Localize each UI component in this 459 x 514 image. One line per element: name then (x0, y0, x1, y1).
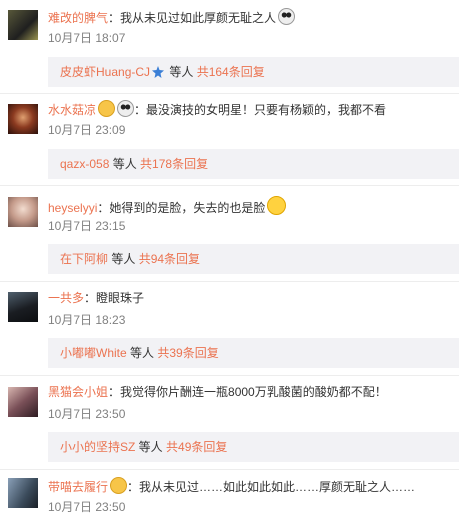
reply-username[interactable]: 小小的坚持SZ (60, 440, 135, 454)
heart-eyes-icon (98, 100, 116, 117)
panda-icon (117, 100, 135, 117)
reply-count-link[interactable]: 共39条回复 (157, 346, 218, 360)
grin-emoji-icon (267, 196, 287, 215)
reply-count-link[interactable]: 共49条回复 (166, 440, 227, 454)
comment-time: 10月7日 23:09 (48, 123, 126, 137)
reply-connector: 等人 (166, 65, 197, 79)
comment-username[interactable]: 带喵去履行 (48, 480, 108, 494)
comment-text-line: 黑猫会小姐：我觉得你片酬连一瓶8000万乳酸菌的酸奶都不配！ (48, 384, 387, 400)
comment-text: ：她得到的是脸，失去的也是脸 (97, 201, 266, 215)
badge-icon (152, 59, 165, 78)
reply-count-link[interactable]: 共164条回复 (197, 65, 265, 79)
reply-summary-bar[interactable]: 皮皮虾Huang-CJ 等人 共164条回复 (48, 57, 459, 87)
avatar[interactable] (8, 292, 38, 322)
comment-username[interactable]: 水水菇凉 (48, 103, 96, 117)
comment-username[interactable]: 一共多 (48, 291, 84, 305)
comment-time: 10月7日 18:07 (48, 31, 126, 45)
divider (0, 375, 459, 376)
comment-text-line: 带喵去履行 ：我从未见过……如此如此如此……厚颜无耻之人…… (48, 477, 415, 495)
reply-username[interactable]: 在下阿柳 (60, 252, 108, 266)
comment-text: ：我从未见过……如此如此如此……厚颜无耻之人…… (127, 480, 416, 494)
comment-text: ：瞪眼珠子 (84, 291, 145, 305)
comment-time: 10月7日 23:15 (48, 219, 126, 233)
reply-summary-bar[interactable]: 小小的坚持SZ 等人 共49条回复 (48, 432, 459, 462)
comment-text: ：最没演技的女明星！只要有杨颖的，我都不看 (134, 103, 387, 117)
reply-connector: 等人 (109, 157, 141, 171)
comment-text-line: 水水菇凉 ：最没演技的女明星！只要有杨颖的，我都不看 (48, 100, 386, 118)
comment-text-line: 难改的脾气：我从未见过如此厚颜无耻之人 (48, 8, 296, 26)
reply-connector: 等人 (108, 252, 139, 266)
divider (0, 185, 459, 186)
avatar[interactable] (8, 104, 38, 134)
avatar[interactable] (8, 387, 38, 417)
avatar[interactable] (8, 197, 38, 227)
panda-icon (278, 8, 296, 25)
comment-time: 10月7日 23:50 (48, 500, 126, 514)
reply-connector: 等人 (126, 346, 158, 360)
reply-summary-bar[interactable]: 在下阿柳 等人 共94条回复 (48, 244, 459, 274)
reply-username[interactable]: 皮皮虾Huang-CJ (60, 65, 150, 79)
reply-summary-bar[interactable]: qazx-058 等人 共178条回复 (48, 149, 459, 179)
comment-text-line: 一共多：瞪眼珠子 (48, 290, 144, 306)
heart-eyes-icon (110, 477, 128, 494)
comment-username[interactable]: 黑猫会小姐 (48, 385, 108, 399)
reply-summary-bar[interactable]: 小嘟嘟White 等人 共39条回复 (48, 338, 459, 368)
comment-text: ：我从未见过如此厚颜无耻之人 (108, 11, 277, 25)
comment-username[interactable]: heyselyyi (48, 201, 97, 215)
reply-count-link[interactable]: 共94条回复 (139, 252, 200, 266)
reply-connector: 等人 (135, 440, 167, 454)
comment-username[interactable]: 难改的脾气 (48, 11, 108, 25)
avatar[interactable] (8, 10, 38, 40)
reply-username[interactable]: 小嘟嘟White (60, 346, 127, 360)
comment-time: 10月7日 18:23 (48, 313, 126, 327)
reply-username[interactable]: qazx-058 (60, 157, 109, 171)
comment-time: 10月7日 23:50 (48, 407, 126, 421)
divider (0, 281, 459, 282)
reply-count-link[interactable]: 共178条回复 (140, 157, 208, 171)
divider (0, 93, 459, 94)
divider (0, 469, 459, 470)
comment-text-line: heyselyyi：她得到的是脸，失去的也是脸 (48, 196, 287, 216)
comment-text: ：我觉得你片酬连一瓶8000万乳酸菌的酸奶都不配！ (108, 385, 387, 399)
